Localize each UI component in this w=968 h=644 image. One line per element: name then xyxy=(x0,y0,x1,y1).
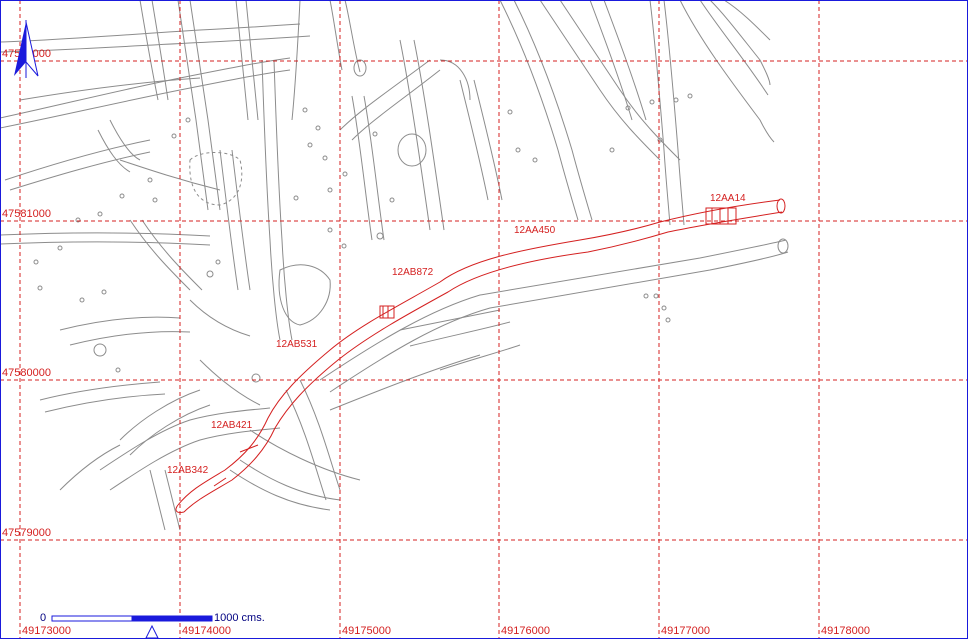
x-label-2: 49174000 xyxy=(182,625,231,637)
station-label-12ab531: 12AB531 xyxy=(276,339,318,350)
x-label-1: 49173000 xyxy=(22,625,71,637)
x-label-4: 49176000 xyxy=(501,625,550,637)
scale-bar: 0 1000 cms. xyxy=(40,612,265,624)
station-label-12aa450: 12AA450 xyxy=(514,225,556,236)
x-label-6: 49178000 xyxy=(821,625,870,637)
scale-end-label: 1000 cms. xyxy=(214,612,265,624)
scale-start-label: 0 xyxy=(40,612,46,624)
station-label-12ab342: 12AB342 xyxy=(167,465,209,476)
y-label-1: 47581000 xyxy=(2,208,51,220)
coordinate-grid xyxy=(0,0,968,639)
y-label-3: 47579000 xyxy=(2,527,51,539)
survey-passages xyxy=(0,0,789,531)
station-label-12ab421: 12AB421 xyxy=(211,420,253,431)
station-label-12ab872: 12AB872 xyxy=(392,267,434,278)
station-label-12aa14: 12AA14 xyxy=(710,193,746,204)
y-label-2: 47580000 xyxy=(2,367,51,379)
bottom-marker-icon xyxy=(145,624,159,639)
cave-survey-map: 47582000 47581000 47580000 47579000 4917… xyxy=(0,0,968,639)
x-label-5: 49177000 xyxy=(661,625,710,637)
x-label-3: 49175000 xyxy=(342,625,391,637)
highlighted-survey xyxy=(175,198,786,513)
